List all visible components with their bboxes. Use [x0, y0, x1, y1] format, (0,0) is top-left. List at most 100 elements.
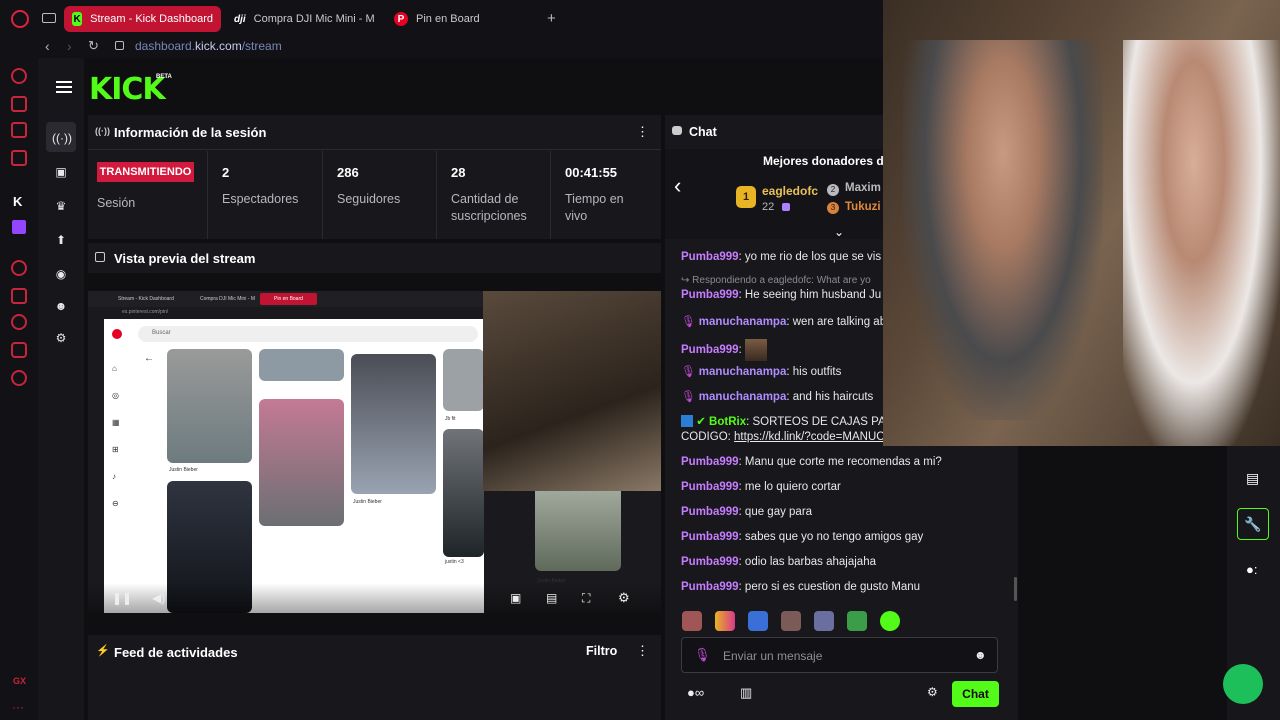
live-status-badge: TRANSMITIENDO: [97, 162, 194, 182]
volume-icon[interactable]: ◀): [152, 591, 165, 605]
stream-icon[interactable]: ((·)): [52, 130, 72, 146]
opera-logo-icon[interactable]: [11, 10, 29, 28]
chat-username[interactable]: manuchanampa: [699, 316, 787, 328]
url-field[interactable]: dashboard.kick.com/stream: [135, 39, 282, 53]
chat-username[interactable]: Pumba999: [681, 581, 739, 593]
pin-caption-4: justin <3: [445, 559, 464, 565]
chat-send-button[interactable]: Chat: [952, 681, 999, 707]
tab-dji[interactable]: dji Compra DJI Mic Mini - M: [226, 6, 378, 32]
gx-mod-icon[interactable]: [11, 150, 27, 166]
more-icon[interactable]: ···: [12, 700, 24, 714]
upload-icon[interactable]: ⬆: [52, 232, 70, 248]
new-tab-icon[interactable]: +: [547, 10, 556, 27]
dji-favicon-icon: dji: [234, 13, 246, 25]
wrench-button[interactable]: 🔧: [1237, 508, 1269, 540]
session-menu-icon[interactable]: ⋮: [636, 124, 649, 140]
emote-image[interactable]: [715, 611, 735, 631]
chat-settings-icon[interactable]: ⚙: [927, 685, 938, 699]
chat-scrollbar[interactable]: [1014, 577, 1017, 601]
pause-icon[interactable]: ❚❚: [112, 591, 132, 605]
layout-icon[interactable]: ▤: [1246, 470, 1259, 487]
chat-text: : and his haircuts: [786, 391, 874, 403]
extensions-icon[interactable]: [11, 342, 27, 358]
pinterest-logo-icon: [112, 329, 122, 339]
emote-image: [744, 339, 767, 361]
speed-icon[interactable]: [11, 68, 27, 84]
chat-username[interactable]: BotRix: [709, 416, 746, 428]
gx-label: GX: [13, 676, 27, 686]
pip-icon[interactable]: ▣: [510, 591, 521, 605]
kick-logo[interactable]: KICK: [89, 72, 166, 107]
chat-input[interactable]: 🎙 Enviar un mensaje ☻: [681, 637, 998, 673]
users-icon[interactable]: ☻: [52, 298, 70, 314]
chat-message-continued: CODIGO: https://kd.link/?code=MANUC: [681, 431, 885, 443]
player-icon[interactable]: [11, 260, 27, 276]
chat-username[interactable]: Pumba999: [681, 556, 739, 568]
emote-image[interactable]: [814, 611, 834, 631]
store-icon[interactable]: ▥: [740, 685, 752, 701]
chat-message: Pumba999: He seeing him husband Ju: [681, 289, 881, 301]
chat-username[interactable]: Pumba999: [681, 289, 739, 301]
person-silhouette: [1123, 40, 1280, 446]
history-icon[interactable]: [11, 314, 27, 330]
chat-username[interactable]: Pumba999: [681, 344, 739, 356]
chat-username[interactable]: Pumba999: [681, 506, 739, 518]
twitch-app-icon[interactable]: [11, 122, 27, 138]
collapse-icon[interactable]: ⌄: [834, 225, 844, 239]
webcam-overlay-preview: [483, 291, 661, 491]
emoji-icon[interactable]: ☻: [974, 648, 987, 662]
chat-text: : sabes que yo no tengo amigos gay: [738, 531, 924, 543]
pin-caption-3: Jb fit: [445, 416, 456, 422]
feed-menu-icon[interactable]: ⋮: [636, 643, 649, 659]
support-button[interactable]: [1223, 664, 1263, 704]
pin-caption-1: Justin Bieber: [169, 467, 198, 473]
chat-link[interactable]: https://kd.link/?code=MANUC: [734, 431, 885, 443]
donors-back-icon[interactable]: ‹: [674, 173, 681, 199]
reload-icon[interactable]: ↻: [88, 38, 99, 54]
theater-icon[interactable]: ▤: [546, 591, 557, 605]
fullscreen-icon[interactable]: ⛶: [582, 591, 590, 606]
chat-username[interactable]: Pumba999: [681, 456, 739, 468]
community-icon[interactable]: ◉: [52, 266, 70, 282]
pin-icon[interactable]: [11, 288, 27, 304]
chat-message: Pumba999: odio las barbas ahajajaha: [681, 556, 876, 568]
chat-username[interactable]: Pumba999: [681, 251, 739, 263]
chat-username[interactable]: Pumba999: [681, 481, 739, 493]
emote-image[interactable]: [880, 611, 900, 631]
points-icon[interactable]: ●∞: [687, 685, 704, 700]
points-icon[interactable]: ●:: [1246, 562, 1257, 577]
kick-app-icon[interactable]: K: [13, 194, 22, 209]
chat-bubble-icon: [672, 126, 682, 135]
stream-preview[interactable]: Stream - Kick Dashboard Compra DJI Mic M…: [88, 291, 661, 613]
preview-title: Vista previa del stream: [114, 250, 256, 266]
chat-username[interactable]: manuchanampa: [699, 391, 787, 403]
settings-gear-icon[interactable]: ⚙: [618, 590, 630, 606]
analytics-icon[interactable]: ▣: [52, 164, 70, 180]
twitch-icon[interactable]: [12, 220, 26, 234]
emote-image[interactable]: [847, 611, 867, 631]
chat-text: : que gay para: [738, 506, 813, 518]
pin-image: [443, 349, 484, 411]
chat-text: : me lo quiero cortar: [738, 481, 841, 493]
filter-button[interactable]: Filtro: [586, 644, 617, 658]
back-icon[interactable]: ‹: [45, 38, 50, 54]
trophy-icon[interactable]: ♛: [52, 198, 70, 214]
chat-message: Pumba999: pero si es cuestion de gusto M…: [681, 581, 920, 593]
settings-icon[interactable]: [11, 370, 27, 386]
donor-2-name: Maxim: [845, 182, 881, 194]
menu-icon[interactable]: [56, 81, 72, 93]
emote-image[interactable]: [682, 611, 702, 631]
tab-kick-dashboard[interactable]: K Stream - Kick Dashboard: [64, 6, 221, 32]
emote-image[interactable]: [748, 611, 768, 631]
chat-text: : Manu que corte me recomendas a mi?: [738, 456, 942, 468]
tab-manager-icon[interactable]: [42, 13, 56, 23]
tab-pinterest[interactable]: P Pin en Board: [386, 6, 536, 32]
broadcast-icon: ((·)): [95, 126, 110, 136]
emote-image[interactable]: [781, 611, 801, 631]
chat-username[interactable]: manuchanampa: [699, 366, 787, 378]
inner-tab-kick: Stream - Kick Dashboard: [118, 296, 174, 302]
forward-icon[interactable]: ›: [67, 38, 72, 54]
gear-icon[interactable]: ⚙: [52, 330, 70, 346]
limiter-icon[interactable]: [11, 96, 27, 112]
chat-username[interactable]: Pumba999: [681, 531, 739, 543]
